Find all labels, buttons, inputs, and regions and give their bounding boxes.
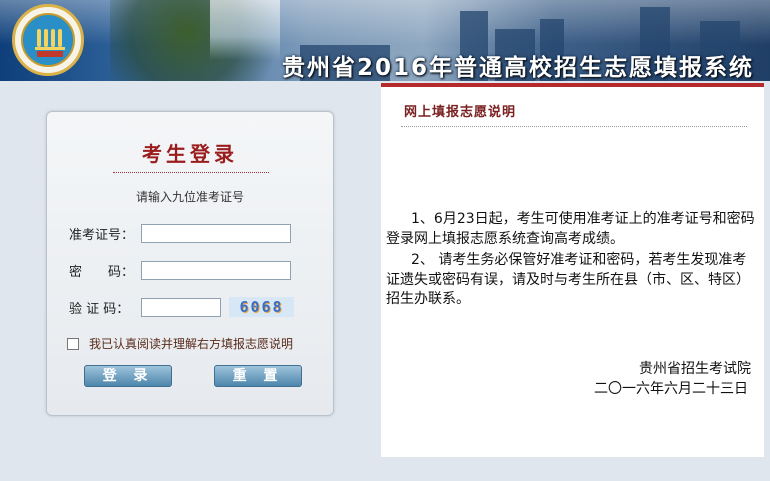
- notice-accent-bar: [381, 83, 764, 87]
- ticket-number-input[interactable]: [141, 223, 291, 243]
- logo-icon: [12, 4, 84, 76]
- password-label: 密 码：: [69, 264, 135, 280]
- captcha-row: 验 证 码： 6068: [69, 296, 294, 318]
- ticket-row: 准考证号：: [69, 222, 291, 244]
- login-panel: 考生登录 请输入九位准考证号 准考证号： 密 码： 验 证 码： 6068 我已…: [46, 111, 334, 416]
- reset-button[interactable]: 重 置: [214, 365, 302, 387]
- agree-label[interactable]: 我已认真阅读并理解右方填报志愿说明: [89, 335, 293, 352]
- password-input[interactable]: [141, 260, 291, 280]
- signature-date: 二〇一六年六月二十三日: [594, 381, 748, 397]
- page-title: 贵州省2016年普通高校招生志愿填报系统: [281, 55, 754, 81]
- header-banner: 贵州省2016年普通高校招生志愿填报系统: [0, 0, 770, 81]
- captcha-input[interactable]: [141, 297, 221, 317]
- login-divider: [113, 172, 269, 173]
- notice-divider: [401, 126, 747, 127]
- captcha-image[interactable]: 6068: [229, 297, 294, 317]
- ticket-label: 准考证号：: [69, 227, 135, 243]
- signature-org: 贵州省招生考试院: [639, 361, 751, 377]
- notice-paragraph: 2、 请考生务必保管好准考证和密码，若考生发现准考证遗失或密码有误，请及时与考生…: [386, 252, 750, 307]
- login-hint: 请输入九位准考证号: [135, 190, 244, 204]
- password-row: 密 码：: [69, 259, 291, 281]
- login-button[interactable]: 登 录: [84, 365, 172, 387]
- banner-waterfall: [210, 0, 280, 60]
- agree-row: 我已认真阅读并理解右方填报志愿说明: [67, 335, 293, 352]
- notice-title: 网上填报志愿说明: [404, 105, 517, 120]
- captcha-label: 验 证 码：: [69, 301, 130, 317]
- notice-panel: 网上填报志愿说明 1、6月23日起，考生可使用准考证上的准考证号和密码登录网上填…: [381, 83, 764, 457]
- notice-paragraph: 1、6月23日起，考生可使用准考证上的准考证号和密码登录网上填报志愿系统查询高考…: [386, 211, 755, 247]
- login-title: 考生登录: [142, 142, 238, 166]
- notice-body: 1、6月23日起，考生可使用准考证上的准考证号和密码登录网上填报志愿系统查询高考…: [386, 210, 758, 312]
- agree-checkbox[interactable]: [67, 337, 79, 350]
